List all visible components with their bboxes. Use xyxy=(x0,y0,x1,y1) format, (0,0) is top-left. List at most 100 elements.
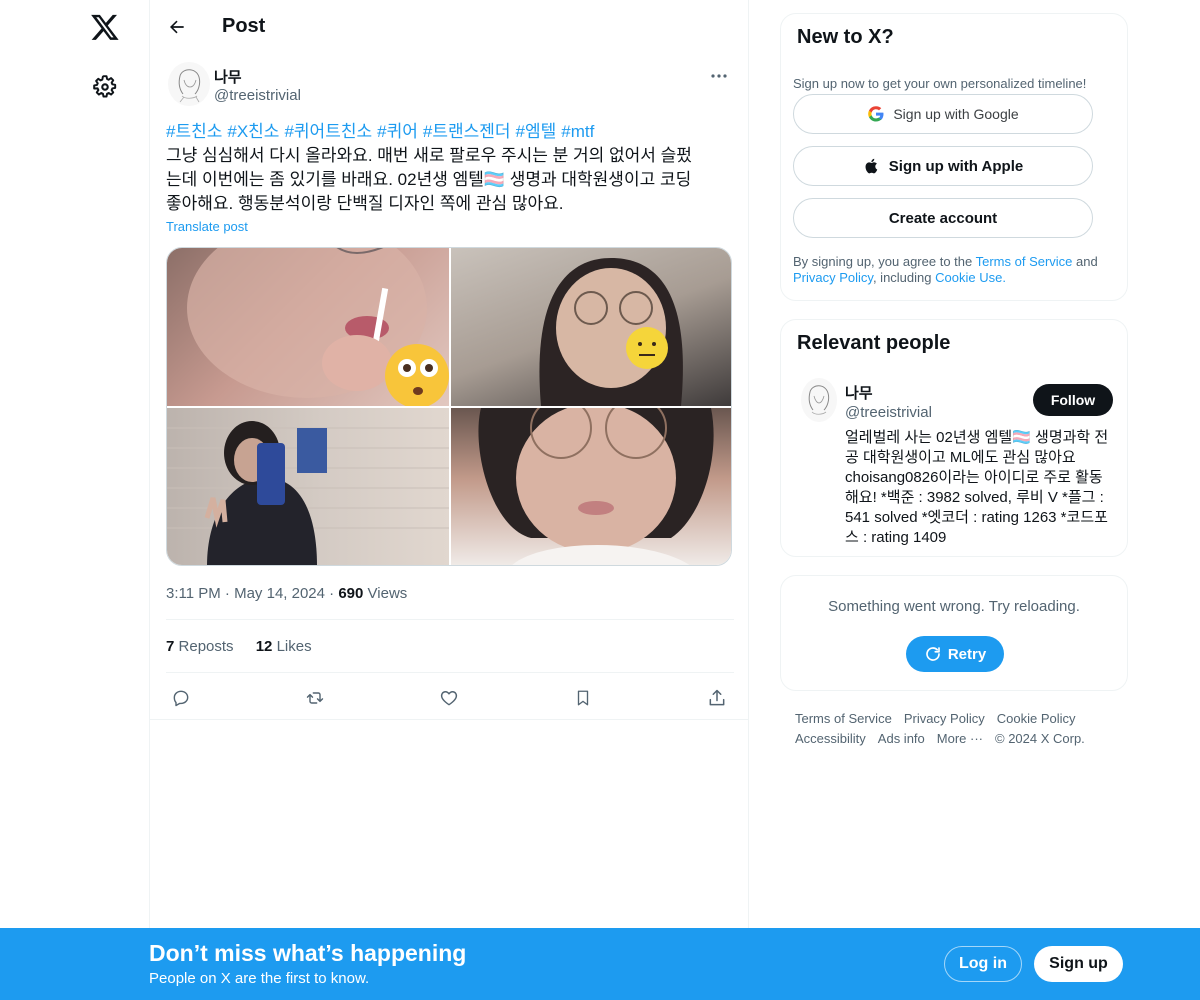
author-name[interactable]: 나무 xyxy=(214,66,242,87)
apple-icon xyxy=(865,158,878,174)
relevant-people-card: Relevant people 나무 @treeistrivial Follow… xyxy=(780,319,1128,557)
views-label: Views xyxy=(367,585,408,602)
retry-label: Retry xyxy=(947,645,987,663)
views-count: 690 xyxy=(338,585,364,602)
meta-separator: · xyxy=(329,585,339,602)
bottom-bar-title: Don’t miss what’s happening xyxy=(149,940,467,966)
hashtag[interactable]: #mtf xyxy=(561,122,594,141)
legal-including: , including xyxy=(872,270,936,285)
signup-card: New to X? Sign up now to get your own pe… xyxy=(780,13,1128,301)
google-signup-label: Sign up with Google xyxy=(893,106,1019,122)
photo-3[interactable] xyxy=(167,408,449,565)
back-button[interactable] xyxy=(164,14,190,40)
gear-icon[interactable] xyxy=(92,74,118,100)
login-button[interactable]: Log in xyxy=(944,946,1022,982)
closeup-photo-icon xyxy=(478,408,714,565)
legal-prefix: By signing up, you agree to the xyxy=(793,254,976,269)
hashtag[interactable]: #트랜스젠더 xyxy=(423,122,511,141)
bottom-bar-subtitle: People on X are the first to know. xyxy=(149,970,370,987)
signup-button[interactable]: Sign up xyxy=(1034,946,1123,982)
share-button[interactable] xyxy=(703,684,731,712)
app-layout: Post 나무 @treeistrivial #트친소 #X친소 #퀴어트친소 #퀴어… xyxy=(0,0,1200,1000)
likes-count: 12 xyxy=(255,638,273,655)
meta-separator: · xyxy=(224,585,235,602)
page-title: Post xyxy=(222,15,266,37)
create-account-button[interactable]: Create account xyxy=(793,198,1093,238)
footer-link[interactable]: Terms of Service xyxy=(795,709,892,729)
hashtag[interactable]: #퀴어 xyxy=(377,122,418,141)
post-text: #트친소 #X친소 #퀴어트친소 #퀴어 #트랜스젠더 #엠텔 #mtf 그냥 심심해서 다… xyxy=(166,120,736,216)
likes-stat[interactable]: 12 Likes xyxy=(256,638,312,655)
footer-link[interactable]: Accessibility xyxy=(795,729,866,749)
likes-label: Likes xyxy=(276,638,312,655)
arrow-left-icon xyxy=(170,20,184,34)
footer-link[interactable]: Ads info xyxy=(878,729,925,749)
x-logo-icon[interactable] xyxy=(90,12,120,42)
mirror-selfie-photo-icon xyxy=(167,421,449,565)
hashtag[interactable]: #X친소 xyxy=(227,122,279,141)
divider xyxy=(166,672,734,673)
post-actions xyxy=(166,684,734,712)
hashtag[interactable]: #퀴어트친소 xyxy=(284,122,372,141)
photo-2[interactable] xyxy=(451,248,731,406)
retry-button[interactable]: Retry xyxy=(906,636,1004,672)
glasses-photo-icon xyxy=(539,258,683,406)
terms-link[interactable]: Terms of Service xyxy=(976,254,1073,269)
like-icon xyxy=(440,691,458,706)
left-nav xyxy=(0,0,150,1000)
repost-button[interactable] xyxy=(301,684,329,712)
post-column: Post 나무 @treeistrivial #트친소 #X친소 #퀴어트친소 #퀴어… xyxy=(150,0,749,928)
post-time[interactable]: 3:11 PM xyxy=(166,585,221,602)
bookmark-icon xyxy=(577,690,589,706)
signup-card-subtitle: Sign up now to get your own personalized… xyxy=(793,76,1087,91)
hashtag-list: #트친소 #X친소 #퀴어트친소 #퀴어 #트랜스젠더 #엠텔 #mtf xyxy=(166,120,736,144)
divider xyxy=(150,719,749,720)
photo-1[interactable] xyxy=(167,248,449,406)
more-button[interactable] xyxy=(704,64,734,88)
signup-legal-text: By signing up, you agree to the Terms of… xyxy=(793,254,1118,286)
bottom-signup-bar: Don’t miss what’s happening People on X … xyxy=(0,928,1200,1000)
translate-post-link[interactable]: Translate post xyxy=(166,219,248,234)
privacy-link[interactable]: Privacy Policy xyxy=(793,270,873,285)
cookie-link[interactable]: Cookie Use xyxy=(935,270,1002,285)
copyright: © 2024 X Corp. xyxy=(995,731,1085,746)
google-signup-button[interactable]: Sign up with Google xyxy=(793,94,1093,134)
divider xyxy=(166,619,734,620)
post-body-line: 는데 이번에는 좀 있기를 바래요. 02년생 엠텔🏳️‍⚧️ 생명과 대학원생… xyxy=(166,170,692,189)
hashtag[interactable]: #트친소 xyxy=(166,122,222,141)
author-handle[interactable]: @treeistrivial xyxy=(214,87,301,104)
hashtag[interactable]: #엠텔 xyxy=(516,122,557,141)
avatar[interactable] xyxy=(168,62,210,106)
post-body-line: 좋아해요. 행동분석이랑 단백질 디자인 쪽에 관심 많아요. xyxy=(166,194,564,213)
reposts-label: Reposts xyxy=(178,638,234,655)
reply-button[interactable] xyxy=(167,684,195,712)
legal-period: . xyxy=(1002,270,1006,285)
media-grid xyxy=(166,247,732,566)
post-stats: 7 Reposts 12 Likes xyxy=(166,638,330,655)
post-header: Post xyxy=(150,0,749,54)
apple-signup-button[interactable]: Sign up with Apple xyxy=(793,146,1093,186)
footer-more-link[interactable]: More ··· xyxy=(937,729,983,749)
reposts-count: 7 xyxy=(166,638,175,655)
relevant-person-handle[interactable]: @treeistrivial xyxy=(845,404,932,421)
avatar[interactable] xyxy=(801,378,837,422)
apple-signup-label: Sign up with Apple xyxy=(888,157,1024,175)
bookmark-button[interactable] xyxy=(569,684,597,712)
repost-icon xyxy=(306,692,324,704)
like-button[interactable] xyxy=(435,684,463,712)
error-message: Something went wrong. Try reloading. xyxy=(828,598,1080,615)
photo-4[interactable] xyxy=(451,408,731,565)
error-card: Something went wrong. Try reloading. Ret… xyxy=(780,575,1128,691)
reposts-stat[interactable]: 7 Reposts xyxy=(166,638,234,655)
footer-link[interactable]: Privacy Policy xyxy=(904,709,985,729)
signup-card-title: New to X? xyxy=(797,26,894,48)
avatar-sketch-icon xyxy=(178,69,201,103)
relevant-person-name[interactable]: 나무 xyxy=(845,382,873,403)
relevant-people-title: Relevant people xyxy=(797,332,951,354)
footer-link[interactable]: Cookie Policy xyxy=(997,709,1076,729)
follow-button[interactable]: Follow xyxy=(1033,384,1113,416)
post-date[interactable]: May 14, 2024 xyxy=(234,585,325,602)
selfie-photo-icon xyxy=(187,248,449,406)
footer-links: Terms of Service Privacy Policy Cookie Pol… xyxy=(795,709,1125,749)
share-icon xyxy=(709,689,725,706)
